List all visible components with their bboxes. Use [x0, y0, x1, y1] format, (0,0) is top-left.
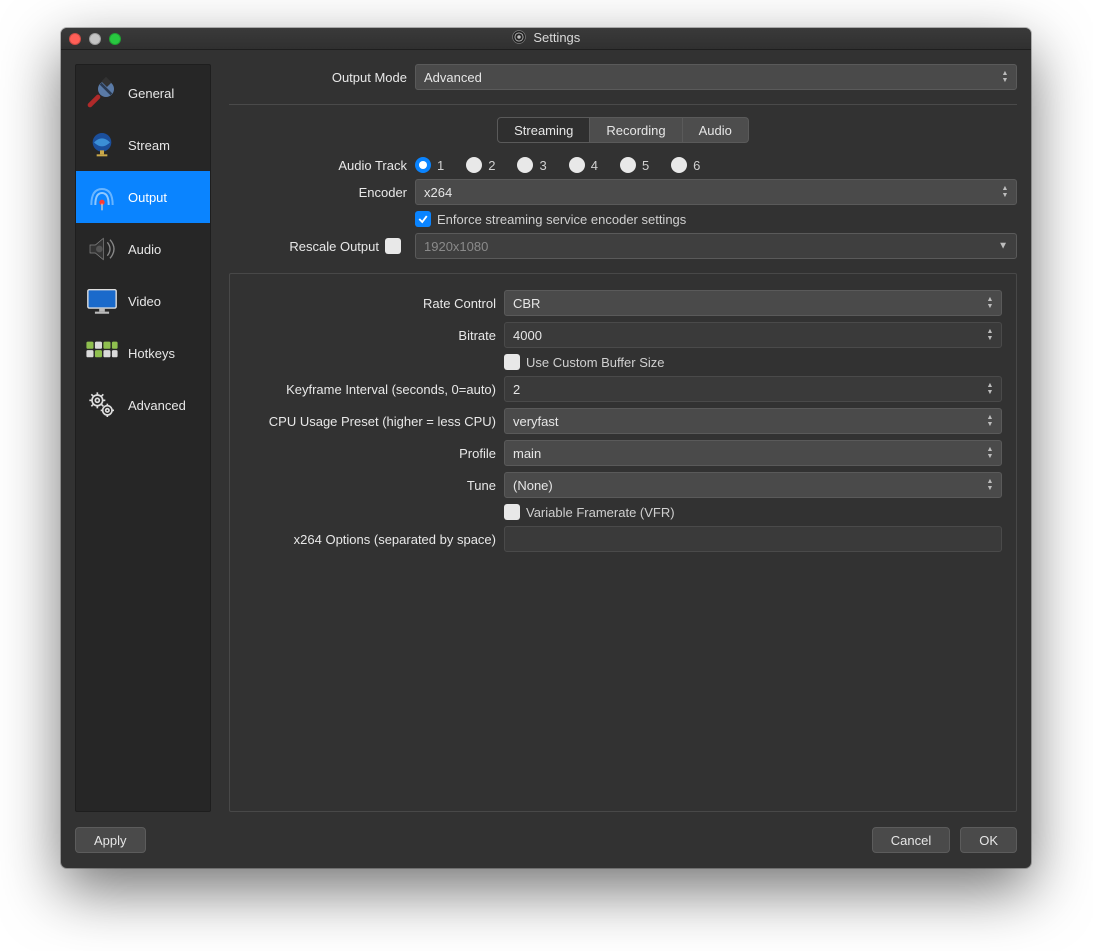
audio-track-4[interactable]: 4	[569, 157, 598, 173]
output-mode-select[interactable]: Advanced ▲▼	[415, 64, 1017, 90]
gears-icon	[84, 387, 120, 423]
chevron-down-icon: ▼	[998, 241, 1008, 252]
sidebar-item-label: Stream	[128, 138, 170, 153]
x264-options-input[interactable]	[504, 526, 1002, 552]
encoder-select[interactable]: x264 ▲▼	[415, 179, 1017, 205]
titlebar: Settings	[61, 28, 1031, 50]
output-mode-label: Output Mode	[229, 70, 415, 85]
encoder-settings-panel: Rate Control CBR ▲▼ Bitrate 4000	[229, 273, 1017, 812]
sidebar-item-label: Video	[128, 294, 161, 309]
window-title: Settings	[533, 30, 580, 45]
sidebar-item-hotkeys[interactable]: Hotkeys	[76, 327, 210, 379]
rate-control-select[interactable]: CBR ▲▼	[504, 290, 1002, 316]
content-pane: Output Mode Advanced ▲▼ Streaming Record…	[229, 64, 1017, 812]
audio-track-6[interactable]: 6	[671, 157, 700, 173]
sidebar-item-label: Hotkeys	[128, 346, 175, 361]
sidebar: General Stream Output	[75, 64, 211, 812]
window-body: General Stream Output	[61, 50, 1031, 868]
audio-track-radios: 1 2 3 4 5 6	[415, 157, 1017, 173]
sidebar-item-label: General	[128, 86, 174, 101]
sidebar-item-video[interactable]: Video	[76, 275, 210, 327]
tab-streaming[interactable]: Streaming	[497, 117, 590, 143]
apply-button[interactable]: Apply	[75, 827, 146, 853]
bitrate-label: Bitrate	[244, 328, 504, 343]
enforce-label: Enforce streaming service encoder settin…	[437, 212, 686, 227]
ok-button[interactable]: OK	[960, 827, 1017, 853]
sidebar-item-label: Audio	[128, 242, 161, 257]
audio-track-label: Audio Track	[229, 158, 415, 173]
updown-icon: ▲▼	[998, 182, 1012, 202]
cancel-button[interactable]: Cancel	[872, 827, 950, 853]
custom-buffer-label: Use Custom Buffer Size	[526, 355, 664, 370]
sidebar-item-general[interactable]: General	[76, 67, 210, 119]
keyframe-label: Keyframe Interval (seconds, 0=auto)	[244, 382, 504, 397]
footer: Apply Cancel OK	[75, 826, 1017, 854]
sidebar-item-label: Advanced	[128, 398, 186, 413]
updown-icon: ▲▼	[983, 293, 997, 313]
audio-track-1[interactable]: 1	[415, 157, 444, 173]
vfr-label: Variable Framerate (VFR)	[526, 505, 675, 520]
sidebar-item-output[interactable]: Output	[76, 171, 210, 223]
window-controls	[69, 33, 121, 45]
sidebar-item-audio[interactable]: Audio	[76, 223, 210, 275]
keyframe-input[interactable]: 2 ▲▼	[504, 376, 1002, 402]
tune-label: Tune	[244, 478, 504, 493]
spinner-icon: ▲▼	[983, 325, 997, 345]
audio-track-3[interactable]: 3	[517, 157, 546, 173]
keyboard-icon	[84, 335, 120, 371]
custom-buffer-checkbox[interactable]	[504, 354, 520, 370]
tune-select[interactable]: (None) ▲▼	[504, 472, 1002, 498]
tab-audio[interactable]: Audio	[683, 117, 749, 143]
title-wrap: Settings	[61, 30, 1031, 47]
rescale-checkbox[interactable]	[385, 238, 401, 254]
cpu-preset-select[interactable]: veryfast ▲▼	[504, 408, 1002, 434]
tab-recording[interactable]: Recording	[590, 117, 682, 143]
cpu-preset-label: CPU Usage Preset (higher = less CPU)	[244, 414, 504, 429]
broadcast-icon	[84, 179, 120, 215]
encoder-value: x264	[424, 185, 452, 200]
rescale-select[interactable]: 1920x1080 ▼	[415, 233, 1017, 259]
updown-icon: ▲▼	[983, 475, 997, 495]
output-tabs: Streaming Recording Audio	[497, 117, 749, 143]
audio-track-2[interactable]: 2	[466, 157, 495, 173]
rate-control-label: Rate Control	[244, 296, 504, 311]
monitor-icon	[84, 283, 120, 319]
updown-icon: ▲▼	[998, 67, 1012, 87]
settings-window: Settings General Stream	[61, 28, 1031, 868]
rescale-label: Rescale Output	[289, 239, 379, 254]
audio-track-5[interactable]: 5	[620, 157, 649, 173]
globe-icon	[84, 127, 120, 163]
profile-select[interactable]: main ▲▼	[504, 440, 1002, 466]
close-window-button[interactable]	[69, 33, 81, 45]
x264-options-label: x264 Options (separated by space)	[244, 532, 504, 547]
sidebar-item-stream[interactable]: Stream	[76, 119, 210, 171]
obs-icon	[512, 30, 526, 47]
separator	[229, 104, 1017, 105]
output-mode-value: Advanced	[424, 70, 482, 85]
updown-icon: ▲▼	[983, 411, 997, 431]
minimize-window-button[interactable]	[89, 33, 101, 45]
encoder-label: Encoder	[229, 185, 415, 200]
updown-icon: ▲▼	[983, 443, 997, 463]
sidebar-item-label: Output	[128, 190, 167, 205]
profile-label: Profile	[244, 446, 504, 461]
enforce-checkbox[interactable]	[415, 211, 431, 227]
wrench-icon	[84, 75, 120, 111]
zoom-window-button[interactable]	[109, 33, 121, 45]
spinner-icon: ▲▼	[983, 379, 997, 399]
rescale-placeholder: 1920x1080	[424, 239, 488, 254]
speaker-icon	[84, 231, 120, 267]
bitrate-input[interactable]: 4000 ▲▼	[504, 322, 1002, 348]
sidebar-item-advanced[interactable]: Advanced	[76, 379, 210, 431]
vfr-checkbox[interactable]	[504, 504, 520, 520]
